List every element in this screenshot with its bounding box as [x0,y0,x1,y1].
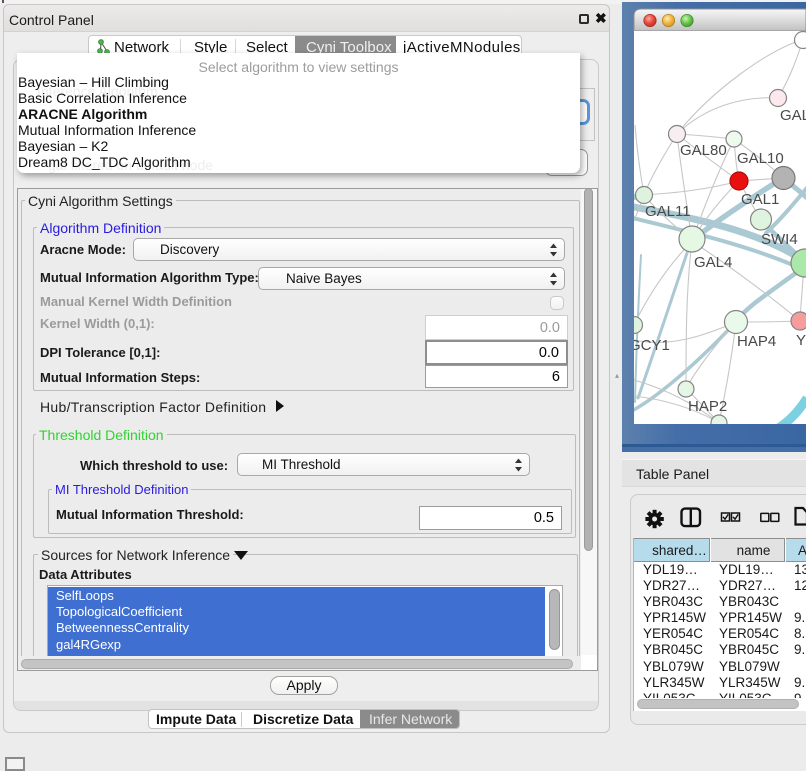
svg-text:GAL4: GAL4 [694,254,732,271]
svg-text:GAL7: GAL7 [780,107,806,124]
svg-text:HAP2: HAP2 [688,398,727,415]
svg-text:HAP4: HAP4 [737,333,776,350]
svg-text:GAL11: GAL11 [645,203,691,220]
svg-text:SWI4: SWI4 [761,231,798,248]
svg-text:GAL1: GAL1 [741,191,779,208]
svg-text:GCY1: GCY1 [629,337,670,354]
svg-text:GAL80: GAL80 [680,142,727,159]
svg-text:GAL10: GAL10 [737,150,784,167]
svg-text:Y: Y [796,332,806,349]
